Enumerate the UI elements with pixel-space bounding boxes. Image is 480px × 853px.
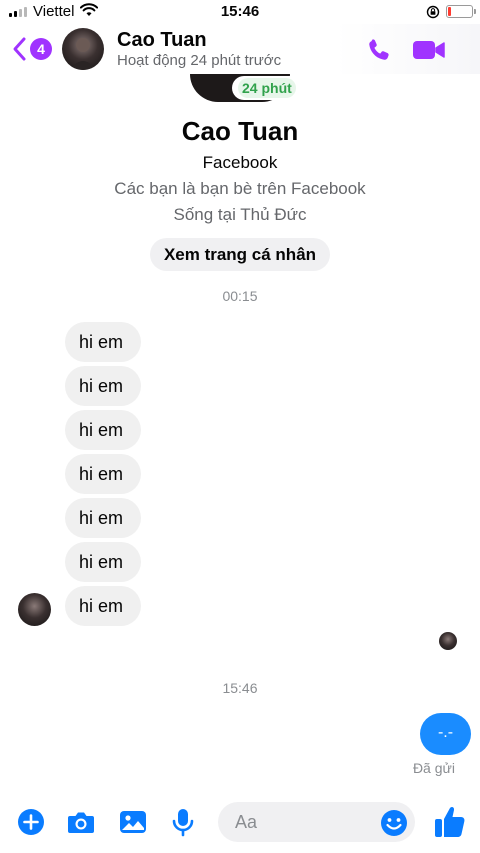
video-camera-icon[interactable]: [412, 38, 446, 62]
sent-message[interactable]: -.-: [420, 713, 471, 755]
received-message[interactable]: hi em: [65, 586, 141, 626]
contact-name[interactable]: Cao Tuan: [117, 29, 207, 52]
activity-status: Hoạt động 24 phút trước: [117, 52, 282, 69]
seen-indicator-avatar: [439, 632, 457, 650]
back-chevron-icon: [13, 37, 26, 61]
back-button[interactable]: 4: [12, 36, 52, 62]
received-message[interactable]: hi em: [65, 366, 141, 406]
battery-level: [448, 7, 451, 16]
unread-count-badge: 4: [30, 38, 52, 60]
friendship-note: Các bạn là bạn bè trên Facebook: [114, 179, 366, 198]
contact-avatar[interactable]: [62, 28, 104, 70]
message-timestamp: 15:46: [222, 680, 258, 696]
clock: 15:46: [220, 3, 260, 20]
camera-icon[interactable]: [66, 807, 96, 837]
message-composer: [0, 795, 480, 853]
status-bar: Viettel 15:46: [0, 0, 480, 24]
emoji-icon[interactable]: [380, 809, 408, 837]
phone-icon[interactable]: [365, 36, 393, 64]
thumbs-up-icon[interactable]: [434, 805, 466, 839]
rotation-lock-icon: [426, 5, 440, 19]
profile-location: Sống tại Thủ Đức: [173, 205, 307, 224]
plus-icon[interactable]: [16, 807, 46, 837]
delivery-status: Đã gửi: [412, 760, 455, 776]
view-profile-button[interactable]: Xem trang cá nhân: [150, 238, 330, 271]
conversation-header: 4 Cao Tuan Hoạt động 24 phút trước: [0, 24, 480, 74]
received-message[interactable]: hi em: [65, 498, 141, 538]
battery-icon: [446, 5, 476, 18]
profile-source: Facebook: [202, 153, 278, 172]
message-timestamp: 00:15: [222, 288, 258, 304]
profile-name: Cao Tuan: [181, 116, 299, 146]
active-time-badge: 24 phút: [232, 76, 302, 100]
sender-avatar[interactable]: [18, 593, 51, 626]
microphone-icon[interactable]: [168, 807, 198, 837]
received-message[interactable]: hi em: [65, 454, 141, 494]
image-icon[interactable]: [118, 807, 148, 837]
received-message[interactable]: hi em: [65, 322, 141, 362]
received-message[interactable]: hi em: [65, 410, 141, 450]
received-message[interactable]: hi em: [65, 542, 141, 582]
